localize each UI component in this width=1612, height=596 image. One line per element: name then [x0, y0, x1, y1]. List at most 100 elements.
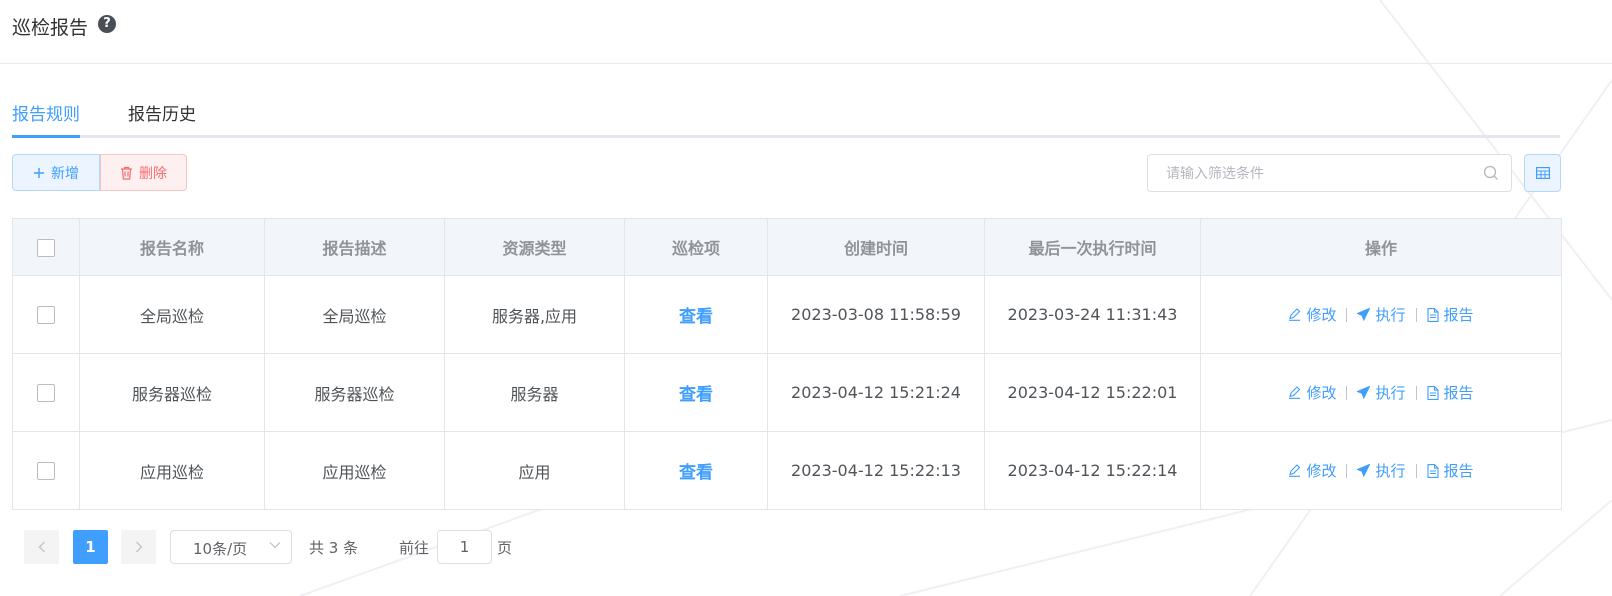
- cell-report-name: 全局巡检: [79, 275, 265, 354]
- action-divider: [1346, 385, 1348, 400]
- search-box: [1147, 154, 1512, 193]
- action-divider: [1415, 385, 1417, 400]
- column-header: 操作: [1200, 218, 1562, 276]
- column-header[interactable]: 资源类型: [444, 218, 625, 276]
- view-items-link[interactable]: 查看: [679, 307, 713, 327]
- run-label: 执行: [1375, 384, 1406, 402]
- report-label: 报告: [1443, 462, 1474, 480]
- edit-label: 修改: [1306, 384, 1337, 402]
- edit-button[interactable]: 修改: [1288, 460, 1336, 481]
- page-suffix: 页: [497, 539, 513, 557]
- report-button[interactable]: 报告: [1426, 382, 1474, 403]
- delete-button-label: 删除: [139, 165, 167, 182]
- page-size-select[interactable]: 10条/页: [170, 530, 292, 564]
- run-button[interactable]: 执行: [1357, 304, 1406, 325]
- action-divider: [1415, 463, 1417, 478]
- cell-report-name: 应用巡检: [79, 431, 265, 510]
- tab-report-history[interactable]: 报告历史: [128, 100, 196, 125]
- goto-label: 前往: [399, 539, 430, 557]
- cell-created-time: 2023-03-08 11:58:59: [767, 275, 985, 354]
- document-icon: [1426, 463, 1439, 478]
- run-button[interactable]: 执行: [1357, 382, 1406, 403]
- page-title: 巡检报告: [12, 17, 89, 39]
- row-checkbox[interactable]: [37, 306, 55, 325]
- cell-resource-type: 应用: [444, 431, 625, 510]
- edit-label: 修改: [1306, 306, 1337, 324]
- edit-label: 修改: [1306, 462, 1337, 480]
- add-button[interactable]: 新增: [12, 154, 100, 191]
- cell-report-desc: 服务器巡检: [264, 353, 445, 432]
- chevron-right-icon: [135, 541, 142, 553]
- row-actions: 修改 执行 报告: [1201, 304, 1561, 325]
- column-header[interactable]: 最后一次执行时间: [984, 218, 1201, 276]
- table-row: 全局巡检 全局巡检 服务器,应用 查看 2023-03-08 11:58:59 …: [12, 275, 1562, 354]
- view-items-link[interactable]: 查看: [679, 463, 713, 483]
- report-button[interactable]: 报告: [1426, 460, 1474, 481]
- document-icon: [1426, 307, 1439, 322]
- column-header[interactable]: 报告名称: [79, 218, 265, 276]
- column-settings-button[interactable]: [1524, 154, 1561, 192]
- view-items-link[interactable]: 查看: [679, 385, 713, 405]
- select-all-checkbox[interactable]: [37, 238, 55, 257]
- send-icon: [1357, 308, 1371, 321]
- run-label: 执行: [1375, 306, 1406, 324]
- next-page-button[interactable]: [121, 530, 156, 564]
- action-divider: [1346, 307, 1348, 322]
- action-divider: [1346, 463, 1348, 478]
- row-checkbox[interactable]: [37, 462, 55, 481]
- table-header-row: 报告名称 报告描述 资源类型 巡检项 创建时间 最后一次执行时间 操作: [12, 218, 1562, 276]
- delete-button[interactable]: 删除: [100, 154, 187, 191]
- total-count: 共 3 条: [309, 539, 359, 557]
- trash-icon: [121, 166, 132, 180]
- row-actions: 修改 执行 报告: [1201, 460, 1561, 481]
- table-row: 服务器巡检 服务器巡检 服务器 查看 2023-04-12 15:21:24 2…: [12, 353, 1562, 432]
- tab-active-indicator: [12, 135, 80, 138]
- edit-button[interactable]: 修改: [1288, 382, 1336, 403]
- prev-page-button[interactable]: [24, 530, 59, 564]
- edit-icon: [1289, 308, 1301, 321]
- cell-resource-type: 服务器,应用: [444, 275, 625, 354]
- column-header[interactable]: 报告描述: [264, 218, 445, 276]
- select-all-cell: [12, 218, 80, 276]
- plus-icon: [34, 167, 44, 178]
- run-label: 执行: [1375, 462, 1406, 480]
- chevron-down-icon: [269, 542, 281, 549]
- column-header[interactable]: 巡检项: [624, 218, 768, 276]
- row-actions: 修改 执行 报告: [1201, 382, 1561, 403]
- column-header[interactable]: 创建时间: [767, 218, 985, 276]
- send-icon: [1357, 464, 1371, 477]
- report-label: 报告: [1443, 306, 1474, 324]
- cell-report-desc: 全局巡检: [264, 275, 445, 354]
- send-icon: [1357, 386, 1371, 399]
- goto-page-input[interactable]: 1: [437, 530, 492, 564]
- pagination: 1 10条/页 共 3 条 前往 1 页: [24, 530, 544, 564]
- cell-report-desc: 应用巡检: [264, 431, 445, 510]
- edit-button[interactable]: 修改: [1288, 304, 1336, 325]
- run-button[interactable]: 执行: [1357, 460, 1406, 481]
- report-rules-table: 报告名称 报告描述 资源类型 巡检项 创建时间 最后一次执行时间 操作 全局巡检…: [12, 218, 1562, 510]
- cell-resource-type: 服务器: [444, 353, 625, 432]
- cell-created-time: 2023-04-12 15:22:13: [767, 431, 985, 510]
- table-columns-icon: [1535, 167, 1550, 179]
- tabs-divider: [12, 135, 1560, 138]
- search-input[interactable]: [1148, 155, 1488, 193]
- help-icon[interactable]: ?: [98, 15, 116, 33]
- action-divider: [1415, 307, 1417, 322]
- chevron-left-icon: [38, 541, 45, 553]
- tabs: 报告规则 报告历史: [12, 100, 1560, 138]
- report-button[interactable]: 报告: [1426, 304, 1474, 325]
- cell-created-time: 2023-04-12 15:21:24: [767, 353, 985, 432]
- cell-last-run-time: 2023-03-24 11:31:43: [984, 275, 1201, 354]
- tab-report-rules[interactable]: 报告规则: [12, 100, 80, 125]
- page-size-value: 10条/页: [193, 540, 248, 558]
- search-icon[interactable]: [1483, 165, 1499, 181]
- table-row: 应用巡检 应用巡检 应用 查看 2023-04-12 15:22:13 2023…: [12, 431, 1562, 510]
- cell-last-run-time: 2023-04-12 15:22:14: [984, 431, 1201, 510]
- cell-report-name: 服务器巡检: [79, 353, 265, 432]
- row-checkbox[interactable]: [37, 384, 55, 403]
- page-number-button[interactable]: 1: [73, 530, 108, 564]
- cell-last-run-time: 2023-04-12 15:22:01: [984, 353, 1201, 432]
- document-icon: [1426, 385, 1439, 400]
- page-header: 巡检报告 ?: [0, 0, 1612, 64]
- report-label: 报告: [1443, 384, 1474, 402]
